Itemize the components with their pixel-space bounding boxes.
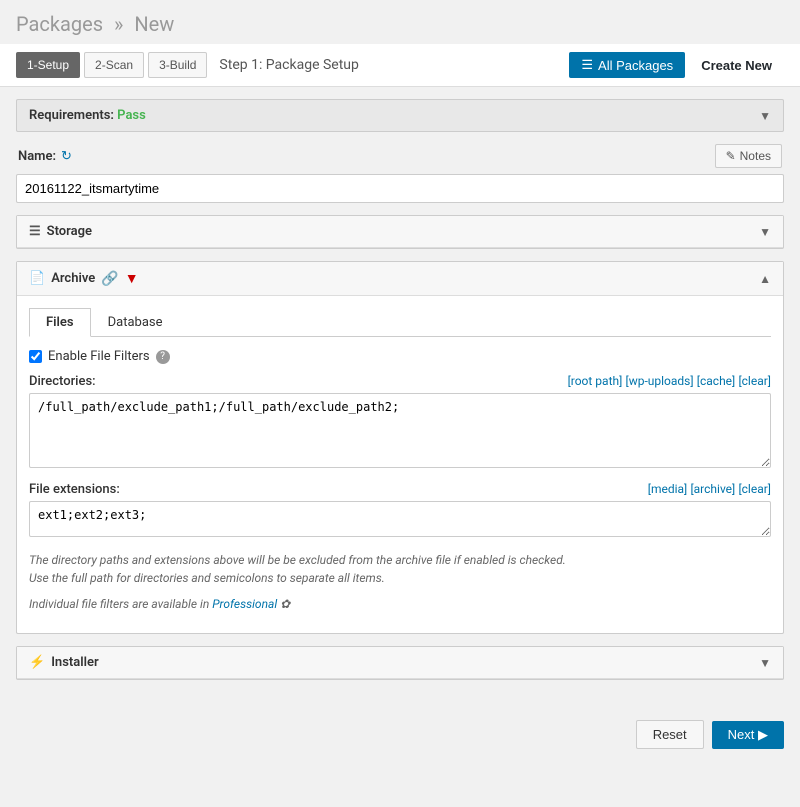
installer-header[interactable]: ⚡ Installer ▼: [17, 647, 783, 679]
create-new-button[interactable]: Create New: [689, 53, 784, 78]
archive-icon: 📄: [29, 271, 45, 286]
archive-label: Archive: [51, 271, 95, 286]
archive-filter-icon[interactable]: ▼: [125, 270, 139, 287]
directories-row: Directories: [root path] [wp-uploads] [c…: [29, 374, 771, 389]
name-label: Name:: [18, 149, 56, 164]
enable-filters-row: Enable File Filters ?: [29, 349, 771, 364]
step2-button[interactable]: 2-Scan: [84, 52, 144, 78]
step-description: Step 1: Package Setup: [219, 57, 565, 73]
toolbar: 1-Setup 2-Scan 3-Build Step 1: Package S…: [0, 44, 800, 87]
enable-filters-checkbox[interactable]: [29, 350, 42, 363]
hint3-text: Individual file filters are available in…: [29, 595, 771, 613]
archive-upload-icon[interactable]: 🔗: [101, 271, 118, 287]
notes-button[interactable]: ✎ Notes: [715, 144, 782, 168]
media-link[interactable]: [media]: [648, 482, 687, 496]
archive-ext-link[interactable]: [archive]: [690, 482, 735, 496]
installer-label: Installer: [51, 655, 98, 670]
requirements-status: Pass: [117, 108, 146, 123]
directories-label: Directories:: [29, 374, 96, 389]
step1-button[interactable]: 1-Setup: [16, 52, 80, 78]
wp-uploads-link[interactable]: [wp-uploads]: [626, 374, 694, 388]
clear-dirs-link[interactable]: [clear]: [738, 374, 771, 388]
reset-button[interactable]: Reset: [636, 720, 704, 749]
installer-icon: ⚡: [29, 655, 45, 670]
tab-database[interactable]: Database: [91, 308, 180, 337]
storage-icon: ☰: [29, 224, 41, 239]
file-ext-label: File extensions:: [29, 482, 120, 497]
clear-ext-link[interactable]: [clear]: [738, 482, 771, 496]
storage-chevron-icon: ▼: [759, 225, 771, 239]
footer-actions: Reset Next ▶: [0, 708, 800, 761]
archive-chevron-icon: ▲: [759, 272, 771, 286]
step3-button[interactable]: 3-Build: [148, 52, 207, 78]
installer-section: ⚡ Installer ▼: [16, 646, 784, 680]
refresh-icon[interactable]: ↻: [61, 149, 72, 164]
requirements-chevron-icon: ▼: [759, 109, 771, 123]
requirements-bar[interactable]: Requirements: Pass ▼: [16, 99, 784, 132]
storage-header[interactable]: ☰ Storage ▼: [17, 216, 783, 248]
installer-chevron-icon: ▼: [759, 656, 771, 670]
archive-section: 📄 Archive 🔗 ▼ ▲ Files Database Enable Fi…: [16, 261, 784, 634]
archive-header[interactable]: 📄 Archive 🔗 ▼ ▲: [17, 262, 783, 296]
cache-link[interactable]: [cache]: [697, 374, 735, 388]
hint3-icon: ✿: [280, 597, 290, 611]
directories-links: [root path] [wp-uploads] [cache] [clear]: [568, 374, 771, 389]
file-ext-links: [media] [archive] [clear]: [648, 482, 771, 497]
archive-tabs: Files Database: [29, 308, 771, 337]
enable-filters-help-icon[interactable]: ?: [156, 350, 170, 364]
next-button[interactable]: Next ▶: [712, 721, 784, 749]
notes-icon: ✎: [726, 149, 736, 163]
enable-filters-label: Enable File Filters: [48, 349, 150, 364]
tab-files[interactable]: Files: [29, 308, 91, 337]
hint1-text: The directory paths and extensions above…: [29, 551, 771, 587]
packages-icon: ☰: [581, 57, 593, 73]
all-packages-button[interactable]: ☰ All Packages: [569, 52, 685, 78]
name-input[interactable]: [16, 174, 784, 203]
file-ext-input[interactable]: [29, 501, 771, 537]
directories-input[interactable]: [29, 393, 771, 468]
page-title: Packages » New: [16, 12, 784, 36]
file-ext-row: File extensions: [media] [archive] [clea…: [29, 482, 771, 497]
storage-label: Storage: [47, 224, 92, 239]
storage-section: ☰ Storage ▼: [16, 215, 784, 249]
archive-body: Files Database Enable File Filters ? Dir…: [17, 296, 783, 633]
name-row: Name: ↻ ✎ Notes: [16, 144, 784, 168]
root-path-link[interactable]: [root path]: [568, 374, 623, 388]
requirements-label: Requirements:: [29, 108, 114, 123]
professional-link[interactable]: Professional: [212, 597, 277, 611]
